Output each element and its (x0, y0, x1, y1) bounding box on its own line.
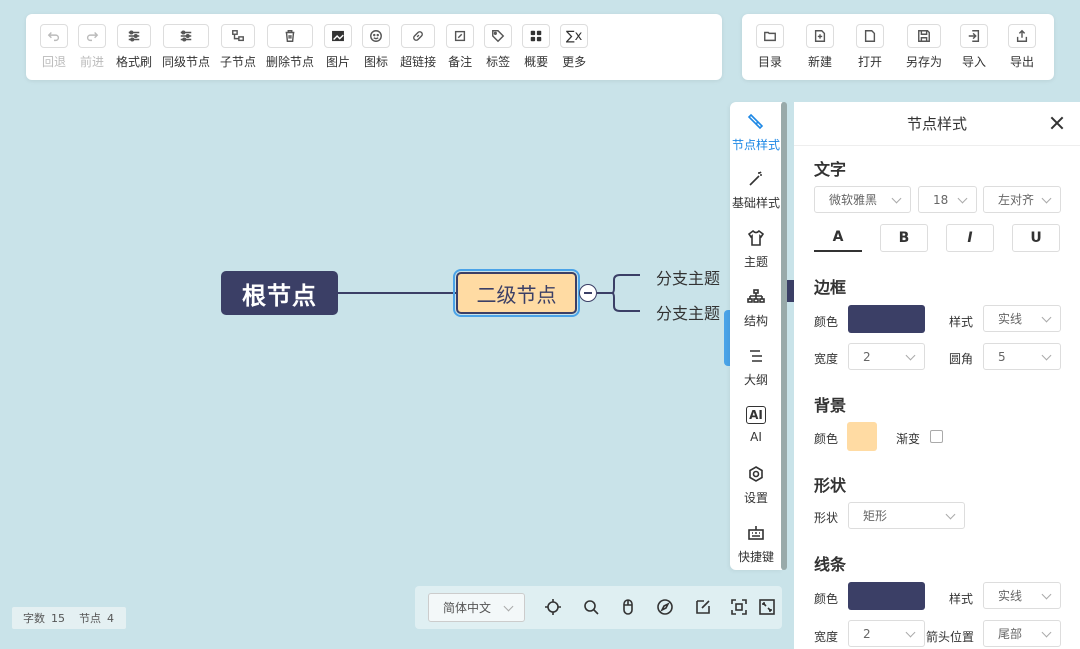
tab-ai[interactable]: AI AI (730, 406, 782, 444)
tab-settings[interactable]: 设置 (730, 465, 782, 506)
arrow-position-select[interactable]: 尾部 (983, 620, 1061, 647)
tab-structure-label: 结构 (743, 314, 768, 328)
border-style-label: 样式 (949, 315, 974, 329)
border-color-swatch[interactable] (848, 305, 925, 333)
tab-outline-label: 大纲 (743, 373, 768, 387)
stats-bar: 字数 15 节点 4 (12, 607, 126, 629)
node-count: 4 (107, 611, 114, 625)
settings-icon (749, 466, 763, 482)
border-section-title: 边框 (814, 278, 847, 297)
close-icon[interactable] (1048, 114, 1066, 132)
side-scrollbar[interactable] (781, 102, 787, 570)
gradient-checkbox[interactable] (930, 430, 943, 443)
bottom-toolbar: 简体中文 (415, 586, 782, 629)
line-section-title: 线条 (814, 555, 847, 574)
node-count-label: 节点 (79, 612, 101, 625)
language-select[interactable]: 简体中文 (428, 593, 525, 622)
font-size-select[interactable]: 18 (918, 186, 977, 213)
tab-shortcuts[interactable]: 快捷键 (730, 524, 782, 565)
tab-base-style-label: 基础样式 (731, 196, 780, 210)
word-count: 15 (51, 611, 65, 625)
panel-title: 节点样式 (906, 115, 967, 133)
keyboard-icon (748, 526, 764, 540)
tab-theme[interactable]: 主题 (730, 229, 782, 270)
bg-color-swatch[interactable] (847, 422, 877, 451)
tab-node-style-label: 节点样式 (731, 138, 780, 152)
text-align-select[interactable]: 左对齐 (983, 186, 1061, 213)
line-color-label: 颜色 (814, 592, 839, 606)
node-style-icon (747, 113, 764, 130)
fit-icon[interactable] (730, 598, 748, 616)
bold-button[interactable]: B (880, 224, 928, 252)
node-style-panel: 节点样式 文字 微软雅黑 18 左对齐 A B I U 边框 颜色 样式 实线 … (794, 102, 1080, 649)
panel-header: 节点样式 (794, 102, 1080, 146)
tab-node-style[interactable]: 节点样式 (730, 112, 782, 153)
border-radius-select[interactable]: 5 (983, 343, 1061, 370)
tab-base-style[interactable]: 基础样式 (730, 170, 782, 211)
text-section-title: 文字 (814, 160, 847, 179)
line-style-select[interactable]: 实线 (983, 582, 1061, 609)
tab-structure[interactable]: 结构 (730, 288, 782, 329)
branch-node-2[interactable]: 分支主题 (656, 300, 720, 324)
shape-select[interactable]: 矩形 (848, 502, 965, 529)
border-color-label: 颜色 (814, 315, 839, 329)
underline-button[interactable]: U (1012, 224, 1060, 252)
shape-section-title: 形状 (814, 476, 847, 495)
magic-wand-icon (749, 171, 762, 186)
structure-icon (747, 289, 765, 303)
tab-theme-label: 主题 (743, 255, 768, 269)
border-width-label: 宽度 (814, 352, 839, 366)
line-width-select[interactable]: 2 (848, 620, 925, 647)
search-icon[interactable] (582, 598, 600, 616)
border-style-select[interactable]: 实线 (983, 305, 1061, 332)
word-count-label: 字数 (23, 612, 45, 625)
collapse-button[interactable] (579, 284, 597, 302)
line-width-label: 宽度 (814, 630, 839, 644)
tab-settings-label: 设置 (743, 491, 768, 505)
border-radius-label: 圆角 (949, 352, 974, 366)
gradient-label: 渐变 (896, 432, 921, 446)
italic-button[interactable]: I (946, 224, 994, 252)
line-style-label: 样式 (949, 592, 974, 606)
ai-icon: AI (746, 406, 766, 424)
font-color-button[interactable]: A (814, 224, 862, 252)
compass-icon[interactable] (656, 598, 674, 616)
side-tab-strip: 节点样式 基础样式 主题 结构 大纲 AI AI 设置 快捷键 (730, 102, 782, 570)
tab-shortcuts-label: 快捷键 (737, 550, 774, 564)
font-family-select[interactable]: 微软雅黑 (814, 186, 911, 213)
arrow-position-label: 箭头位置 (926, 630, 975, 644)
bg-color-label: 颜色 (814, 432, 839, 446)
root-node[interactable]: 根节点 (221, 271, 338, 315)
edit-icon[interactable] (694, 598, 712, 616)
second-level-node[interactable]: 二级节点 (453, 269, 580, 317)
branch-node-1[interactable]: 分支主题 (656, 265, 720, 289)
shirt-icon (747, 229, 765, 246)
fullscreen-icon[interactable] (758, 598, 776, 616)
line-color-swatch[interactable] (848, 582, 925, 610)
locate-icon[interactable] (544, 598, 562, 616)
background-section-title: 背景 (814, 396, 847, 415)
tab-ai-label: AI (750, 430, 762, 444)
panel-drag-handle[interactable] (786, 280, 794, 302)
shape-label: 形状 (814, 511, 839, 525)
tab-outline[interactable]: 大纲 (730, 347, 782, 388)
outline-icon (750, 350, 762, 362)
mouse-icon[interactable] (619, 598, 637, 616)
border-width-select[interactable]: 2 (848, 343, 925, 370)
